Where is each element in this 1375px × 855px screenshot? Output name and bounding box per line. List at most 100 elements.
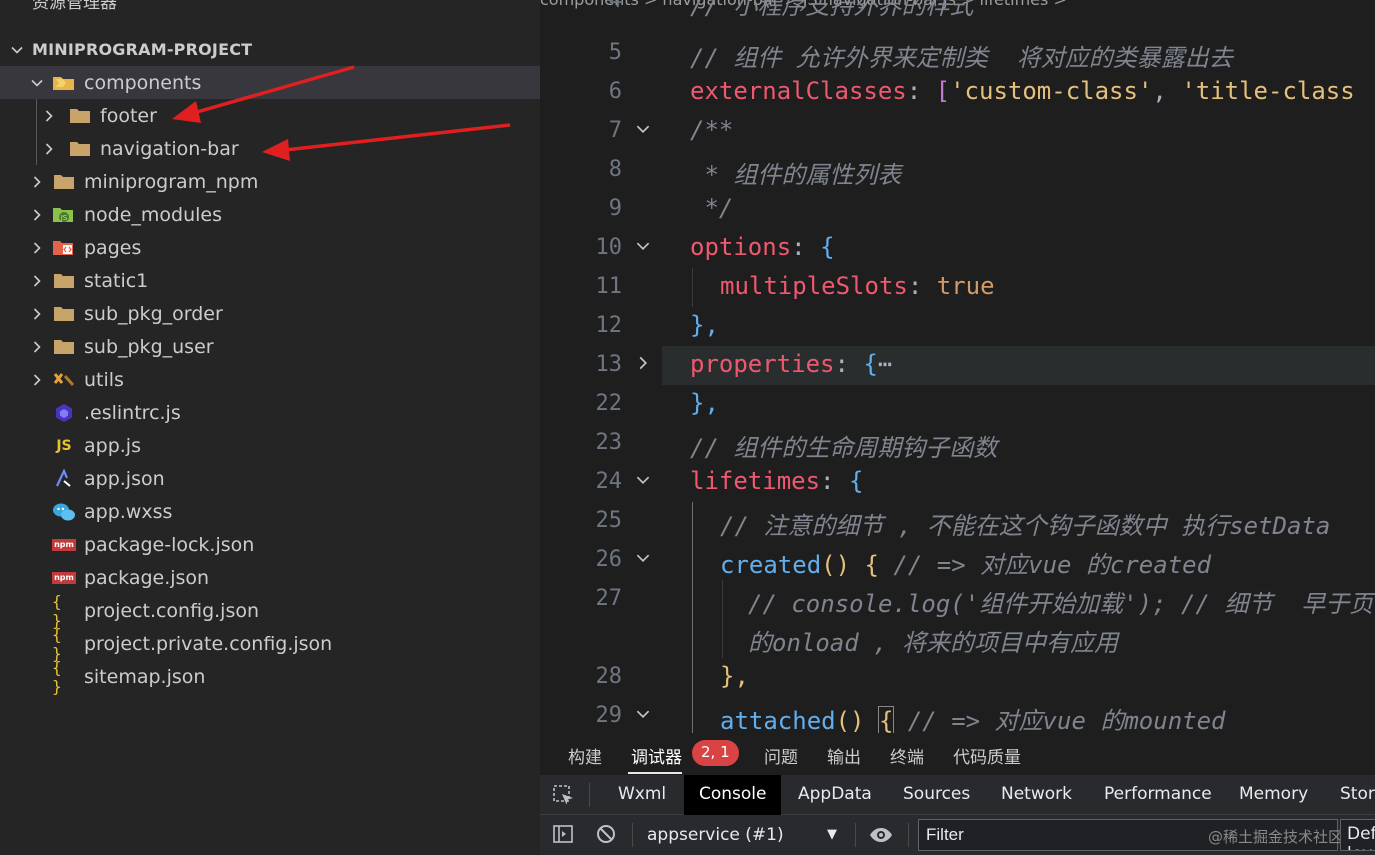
chevron-down-icon: [28, 74, 46, 92]
fold-chevron-down-icon[interactable]: [634, 701, 652, 719]
tree-item-label: pages: [84, 236, 142, 259]
tree-item-package-json[interactable]: npm package.json: [0, 561, 540, 594]
tree-item-app-js[interactable]: JS app.js: [0, 429, 540, 462]
tree-item-sitemap-json[interactable]: { } sitemap.json: [0, 658, 540, 696]
devtools-tabs: Wxml Console AppData Sources Network Per…: [540, 775, 1375, 815]
fold-chevron-down-icon[interactable]: [634, 467, 652, 485]
json-braces-icon: { }: [52, 591, 62, 630]
log-levels-selector[interactable]: Default levels: [1340, 819, 1375, 851]
code-line-26: 26 created() { // => 对应vue 的created: [595, 545, 1212, 579]
devtools-tab-performance[interactable]: Performance: [1104, 775, 1212, 815]
code-line-28: 28 },: [595, 662, 749, 690]
fold-chevron-down-icon[interactable]: [634, 545, 652, 563]
tree-item-label: package-lock.json: [84, 533, 255, 556]
code-line-22: 22 },: [595, 389, 719, 417]
js-icon: JS: [56, 437, 72, 454]
tree-item-miniprogram-npm[interactable]: miniprogram_npm: [0, 165, 540, 198]
error-count-badge: 2, 1: [692, 740, 739, 766]
fold-chevron-right-icon[interactable]: [634, 350, 652, 370]
inspect-element-icon[interactable]: [552, 784, 576, 812]
components-folder-icon: [52, 73, 76, 93]
tree-item-label: node_modules: [84, 203, 223, 226]
chevron-right-icon: [40, 140, 58, 158]
more-actions-icon[interactable]: ···: [490, 0, 512, 10]
devtools-tab-appdata[interactable]: AppData: [798, 775, 872, 815]
tree-item-package-lock-json[interactable]: npm package-lock.json: [0, 528, 540, 561]
tree-item-eslintrc[interactable]: .eslintrc.js: [0, 396, 540, 429]
tree-item-node-modules[interactable]: JS node_modules: [0, 198, 540, 231]
devtools-tab-sources[interactable]: Sources: [903, 775, 970, 815]
devtools-tab-memory[interactable]: Memory: [1239, 775, 1308, 815]
fold-chevron-down-icon[interactable]: [634, 233, 652, 251]
sidebar-toggle-icon[interactable]: [552, 823, 574, 849]
tree-item-sub-pkg-user[interactable]: sub_pkg_user: [0, 330, 540, 363]
code-line-10: 10 options: {: [595, 233, 835, 261]
devtools-tab-console[interactable]: Console: [684, 775, 781, 815]
chevron-right-icon: [28, 173, 46, 191]
context-selector[interactable]: appservice (#1): [647, 825, 784, 845]
chevron-right-icon: [28, 371, 46, 389]
tree-item-static1[interactable]: static1: [0, 264, 540, 297]
chevron-down-icon: [8, 41, 26, 59]
tree-item-project-config-json[interactable]: { } project.config.json: [0, 591, 540, 630]
code-line-23: 23 // 组件的生命周期钩子函数: [595, 430, 998, 462]
project-root[interactable]: MINIPROGRAM-PROJECT: [0, 33, 540, 66]
explorer-sidebar: 资源管理器 ··· MINIPROGRAM-PROJECT components…: [0, 0, 540, 855]
active-tab-indicator: [628, 772, 682, 774]
dropdown-arrow-icon[interactable]: ▼: [827, 827, 837, 842]
tree-item-project-private-config-json[interactable]: { } project.private.config.json: [0, 625, 540, 663]
tab-build[interactable]: 构建: [568, 743, 602, 768]
tree-item-label: navigation-bar: [100, 137, 239, 160]
devtools-tab-network[interactable]: Network: [1001, 775, 1072, 815]
tree-item-label: app.wxss: [84, 500, 173, 523]
explorer-title: 资源管理器: [32, 0, 117, 13]
tab-problems[interactable]: 问题: [764, 743, 798, 768]
code-line-29: 29 attached() { // => 对应vue 的mounted: [595, 701, 1226, 733]
tree-item-footer[interactable]: footer: [0, 99, 540, 132]
code-line-6: 6 externalClasses: ['custom-class', 'tit…: [608, 77, 1355, 105]
code-editor[interactable]: components > navigation-bar > JS navigat…: [540, 0, 1375, 733]
toolbar-divider: [632, 823, 633, 847]
chevron-right-icon: [28, 338, 46, 356]
npm-icon: npm: [52, 538, 76, 551]
code-line-27-wrap: 的onload , 将来的项目中有应用: [748, 629, 1119, 657]
toolbar-divider: [855, 823, 856, 847]
tree-item-sub-pkg-order[interactable]: sub_pkg_order: [0, 297, 540, 330]
svg-text:JS: JS: [60, 214, 68, 222]
tree-item-app-wxss[interactable]: app.wxss: [0, 495, 540, 528]
explorer-header: 资源管理器 ···: [0, 0, 540, 18]
tree-item-components[interactable]: components: [0, 66, 540, 99]
tree-item-navigation-bar[interactable]: navigation-bar: [0, 132, 540, 165]
tree-item-pages[interactable]: pages: [0, 231, 540, 264]
tab-code-quality[interactable]: 代码质量: [953, 743, 1021, 768]
tree-item-label: app.js: [84, 434, 141, 457]
code-line-4: 4 // 小程序支持外界的样式: [608, 0, 974, 20]
clear-console-icon[interactable]: [595, 823, 617, 849]
panel-tabs: 构建 调试器 2, 1 问题 输出 终端 代码质量: [540, 733, 1375, 775]
tree-item-utils[interactable]: utils: [0, 363, 540, 396]
tree-item-label: footer: [100, 104, 157, 127]
node-folder-icon: JS: [52, 205, 76, 225]
folder-icon: [68, 106, 92, 126]
tab-debugger[interactable]: 调试器: [631, 743, 682, 768]
tree-item-label: project.config.json: [84, 599, 260, 622]
eye-icon[interactable]: [868, 824, 894, 850]
toolbar-divider: [589, 783, 590, 807]
devtools-tab-storage[interactable]: Storage: [1340, 775, 1375, 815]
watermark: @稀土掘金技术社区: [1208, 828, 1344, 846]
fold-chevron-down-icon[interactable]: [634, 116, 652, 134]
devtools-tab-wxml[interactable]: Wxml: [604, 775, 680, 815]
tab-output[interactable]: 输出: [827, 743, 861, 768]
tree-item-label: static1: [84, 269, 149, 292]
tree-item-app-json[interactable]: app.json: [0, 462, 540, 495]
code-line-7: 7 /**: [608, 116, 734, 144]
folder-icon: [52, 172, 76, 192]
code-line-8: 8 * 组件的属性列表: [608, 157, 902, 189]
tree-item-label: components: [84, 71, 202, 94]
folder-icon: [68, 139, 92, 159]
folder-icon: [52, 271, 76, 291]
tab-terminal[interactable]: 终端: [890, 743, 924, 768]
tree-item-label: app.json: [84, 467, 165, 490]
folder-icon: [52, 304, 76, 324]
chevron-right-icon: [28, 305, 46, 323]
